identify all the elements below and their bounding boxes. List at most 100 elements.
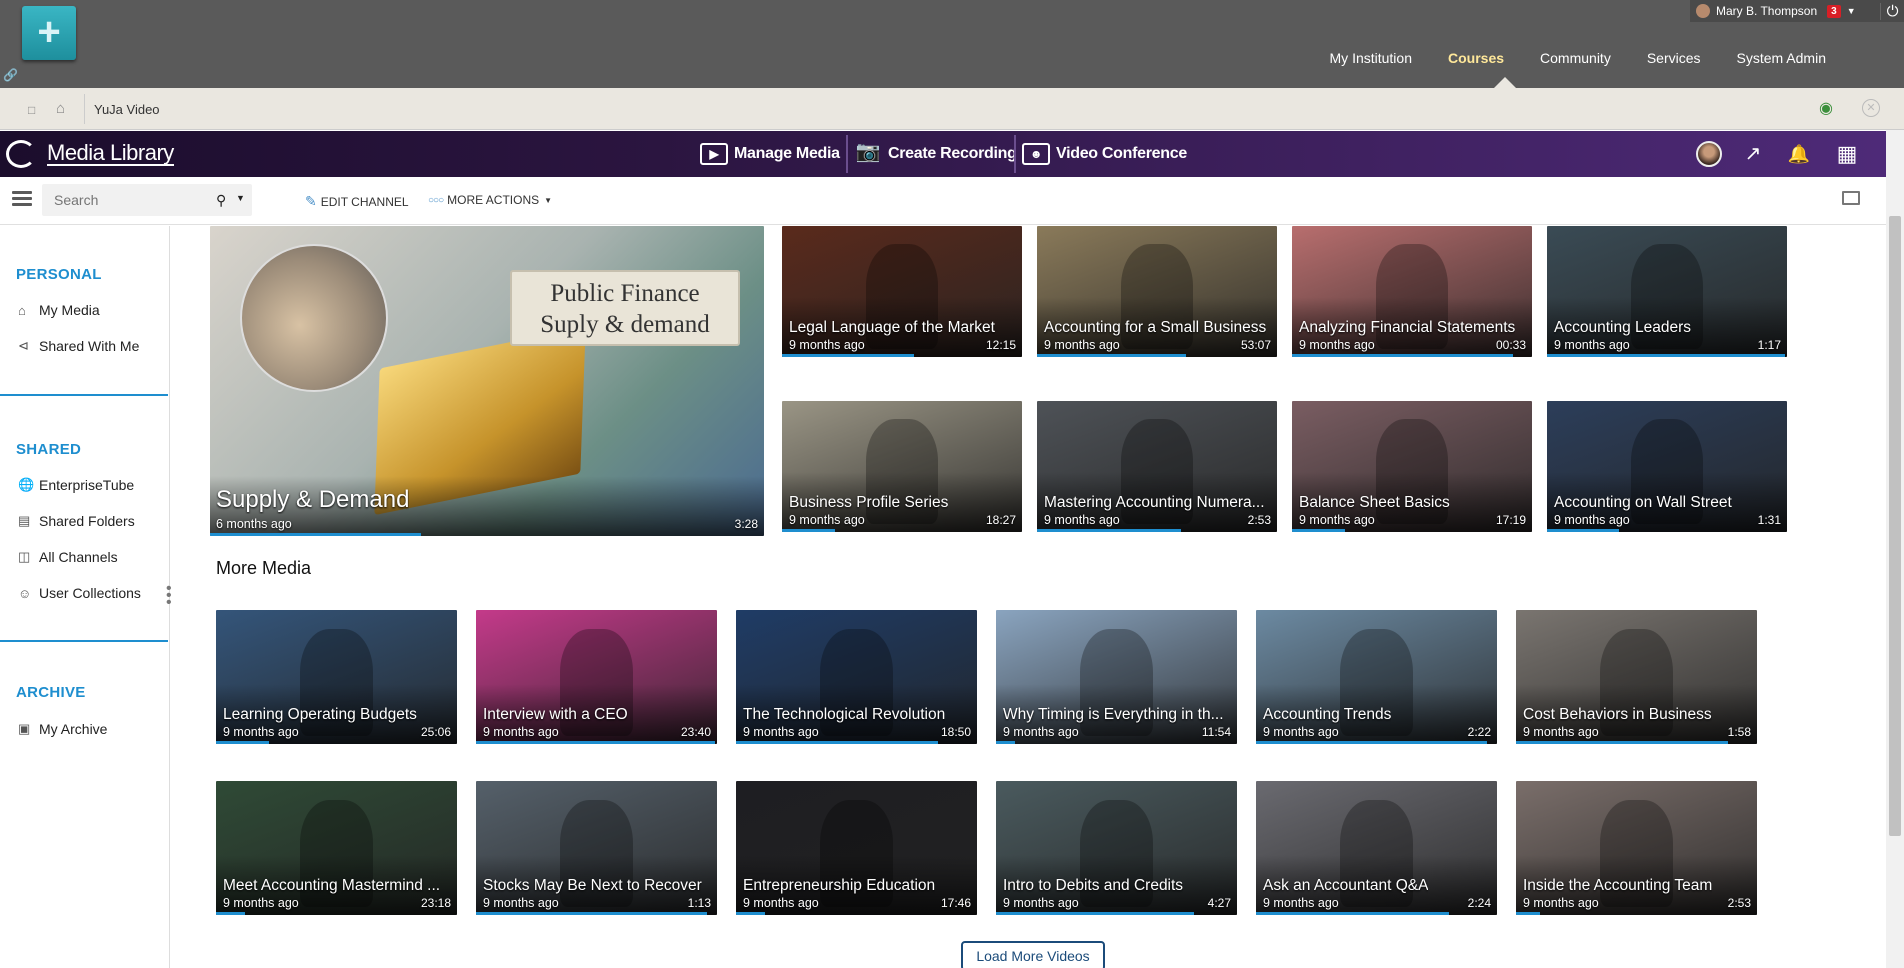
video-duration: 1:58 [1727, 725, 1751, 739]
video-duration: 11:54 [1201, 725, 1231, 739]
video-card[interactable]: Intro to Debits and Credits 9 months ago 4… [996, 781, 1237, 915]
eye-icon[interactable]: ◉ [1819, 98, 1843, 117]
featured-card-line1: Public Finance [550, 280, 700, 307]
sidebar-item-user-collections[interactable]: ☺ User Collections [18, 585, 141, 601]
window-icon[interactable]: □ [28, 103, 35, 117]
broadcast-icon: 📷 [855, 141, 881, 163]
sidebar-item-enterprisetube[interactable]: 🌐 EnterpriseTube [18, 477, 134, 493]
video-card[interactable]: Interview with a CEO 9 months ago 23:40 [476, 610, 717, 744]
video-age: 9 months ago [789, 338, 865, 352]
video-card[interactable]: Accounting Leaders 9 months ago 1:17 [1547, 226, 1787, 357]
video-card[interactable]: Meet Accounting Mastermind ... 9 months a… [216, 781, 457, 915]
sidebar-heading-personal: PERSONAL [16, 266, 102, 283]
nav-community[interactable]: Community [1522, 50, 1629, 66]
hamburger-menu-icon[interactable] [12, 191, 32, 207]
power-icon[interactable]: ⏻ [1880, 2, 1904, 20]
home-icon: ⌂ [18, 302, 26, 318]
video-card[interactable]: Business Profile Series 9 months ago 18:27 [782, 401, 1022, 532]
nav-services[interactable]: Services [1629, 50, 1719, 66]
progress-bar [782, 354, 914, 357]
video-card[interactable]: Analyzing Financial Statements 9 months a… [1292, 226, 1532, 357]
link-icon[interactable]: 🔗 [3, 68, 18, 82]
profile-avatar[interactable] [1696, 141, 1722, 167]
video-duration: 2:53 [1247, 513, 1271, 527]
add-module-button[interactable]: + [22, 6, 76, 60]
nav-system-admin[interactable]: System Admin [1719, 50, 1844, 66]
video-duration: 17:46 [940, 896, 971, 910]
video-title: The Technological Revolution [743, 706, 946, 723]
video-card[interactable]: The Technological Revolution 9 months ago… [736, 610, 977, 744]
video-conference-label: Video Conference [1056, 145, 1187, 162]
video-card[interactable]: Entrepreneurship Education 9 months ago 17… [736, 781, 977, 915]
sidebar: PERSONAL ⌂ My Media ⊲ Shared With Me SHA… [0, 226, 172, 968]
sidebar-heading-shared: SHARED [16, 441, 82, 458]
nav-courses[interactable]: Courses [1430, 50, 1522, 66]
video-card[interactable]: Mastering Accounting Numera... 9 months a… [1037, 401, 1277, 532]
video-duration: 25:06 [420, 725, 451, 739]
sidebar-heading-archive: ARCHIVE [16, 684, 86, 701]
bell-icon[interactable]: 🔔 [1786, 141, 1812, 167]
screen-icon[interactable] [1842, 191, 1860, 205]
video-duration: 12:15 [985, 338, 1016, 352]
sidebar-item-shared-folders[interactable]: ▤ Shared Folders [18, 513, 135, 529]
scrollbar-thumb[interactable] [1889, 216, 1901, 836]
video-title: Intro to Debits and Credits [1003, 877, 1184, 894]
more-actions-button[interactable]: ○○○ MORE ACTIONS ▼ [428, 193, 552, 207]
progress-bar [1516, 741, 1729, 744]
video-card[interactable]: Learning Operating Budgets 9 months ago 25… [216, 610, 457, 744]
video-age: 9 months ago [1003, 725, 1079, 739]
video-card[interactable]: Legal Language of the Market 9 months ago… [782, 226, 1022, 357]
video-duration: 1:13 [687, 896, 711, 910]
home-icon[interactable]: ⌂ [56, 100, 65, 117]
search-icon[interactable]: ⚲ [216, 192, 226, 209]
divider [846, 135, 848, 173]
load-more-button[interactable]: Load More Videos [961, 941, 1105, 968]
featured-video-card[interactable]: Public Finance Suply & demand Supply & D… [210, 226, 764, 536]
sidebar-item-all-channels[interactable]: ◫ All Channels [18, 549, 118, 565]
video-age: 9 months ago [223, 896, 299, 910]
video-card[interactable]: Why Timing is Everything in th... 9 month… [996, 610, 1237, 744]
nav-my-institution[interactable]: My Institution [1312, 50, 1430, 66]
video-conference-button[interactable]: ☻ Video Conference [1022, 131, 1187, 177]
video-age: 6 months ago [216, 517, 292, 531]
video-card[interactable]: Accounting Trends 9 months ago 2:22 [1256, 610, 1497, 744]
video-card[interactable]: Cost Behaviors in Business 9 months ago 1:… [1516, 610, 1757, 744]
scrollbar[interactable] [1886, 130, 1904, 968]
resize-handle-icon[interactable]: • • • [166, 581, 172, 611]
close-icon[interactable]: ✕ [1862, 99, 1880, 117]
sidebar-item-my-media[interactable]: ⌂ My Media [18, 302, 100, 318]
video-card[interactable]: Accounting for a Small Business 9 months … [1037, 226, 1277, 357]
progress-bar [1292, 354, 1513, 357]
video-card[interactable]: Balance Sheet Basics 9 months ago 17:19 [1292, 401, 1532, 532]
video-card[interactable]: Inside the Accounting Team 9 months ago 2:… [1516, 781, 1757, 915]
video-title: Cost Behaviors in Business [1523, 706, 1712, 723]
divider [84, 94, 85, 124]
video-title: Meet Accounting Mastermind ... [223, 877, 441, 894]
sidebar-item-label: My Archive [39, 721, 108, 737]
edit-channel-label: EDIT CHANNEL [320, 194, 409, 209]
edit-channel-button[interactable]: ✎ EDIT CHANNEL [305, 193, 409, 210]
page-title[interactable]: Media Library [47, 142, 174, 166]
share-icon: ⊲ [18, 338, 29, 353]
manage-media-label: Manage Media [734, 145, 840, 162]
create-recording-button[interactable]: 📷 Create Recording [854, 131, 1017, 177]
external-link-icon[interactable]: ↗ [1740, 141, 1766, 167]
chevron-down-icon[interactable]: ▼ [236, 193, 245, 203]
sidebar-item-shared-with-me[interactable]: ⊲ Shared With Me [18, 338, 139, 354]
apps-grid-icon[interactable]: ▦ [1834, 141, 1860, 167]
video-age: 9 months ago [1523, 725, 1599, 739]
video-card[interactable]: Accounting on Wall Street 9 months ago 1:3… [1547, 401, 1787, 532]
video-card[interactable]: Ask an Accountant Q&A 9 months ago 2:24 [1256, 781, 1497, 915]
user-menu[interactable]: Mary B. Thompson 3 ▼ ⏻ [1690, 0, 1904, 22]
video-card[interactable]: Stocks May Be Next to Recover 9 months ag… [476, 781, 717, 915]
divider [0, 640, 168, 642]
conference-icon: ☻ [1022, 143, 1050, 165]
sidebar-item-my-archive[interactable]: ▣ My Archive [18, 721, 107, 737]
video-title: Inside the Accounting Team [1523, 877, 1713, 894]
manage-media-button[interactable]: ▶ Manage Media [700, 131, 840, 177]
video-age: 9 months ago [1263, 896, 1339, 910]
notification-badge[interactable]: 3 [1827, 4, 1841, 18]
chevron-down-icon[interactable]: ▼ [1847, 6, 1856, 16]
media-library-header: Media Library ▶ Manage Media 📷 Create Re… [0, 131, 1886, 177]
progress-bar [210, 533, 421, 536]
